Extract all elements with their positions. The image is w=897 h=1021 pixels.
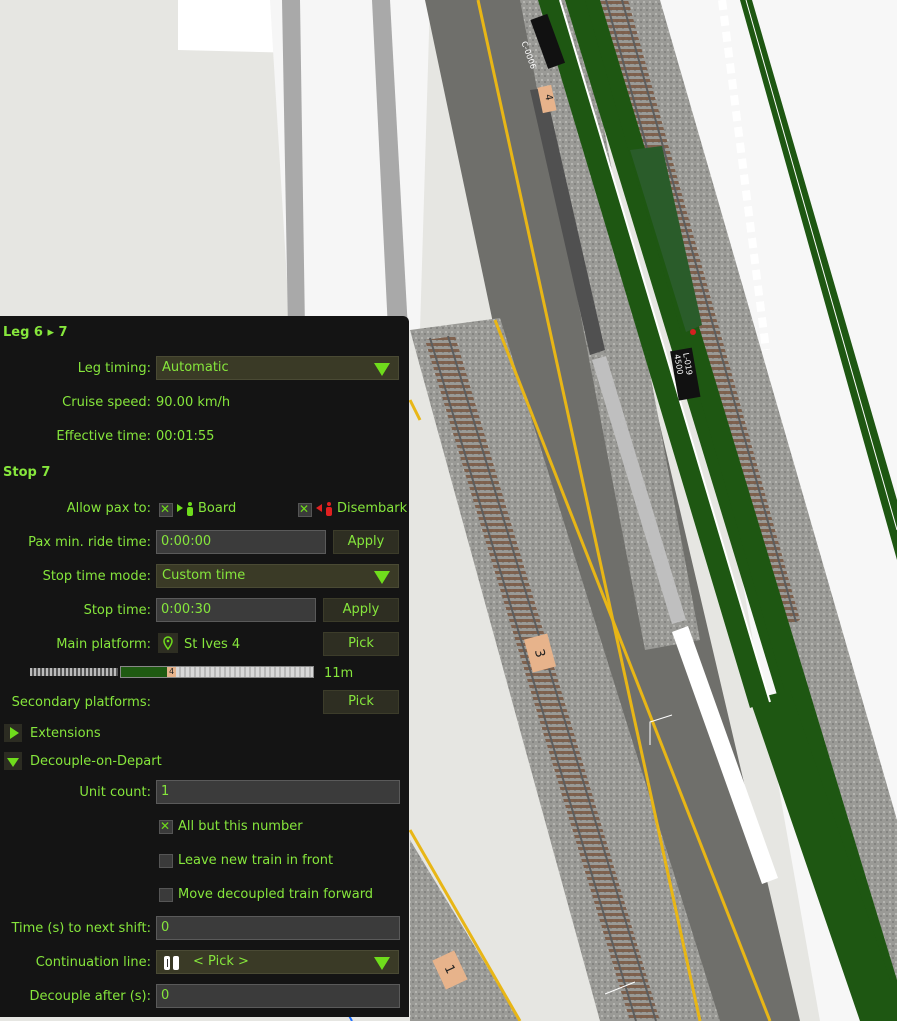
chevron-down-icon xyxy=(374,571,390,584)
cruise-speed-label: Cruise speed: xyxy=(62,395,151,410)
pick-main-platform-button[interactable]: Pick xyxy=(323,632,399,656)
leg-timing-dropdown[interactable]: Automatic xyxy=(156,356,399,380)
leave-front-label: Leave new train in front xyxy=(178,853,334,868)
leg-header: Leg 6 ▸ 7 xyxy=(3,325,68,340)
move-forward-checkbox[interactable] xyxy=(159,888,173,902)
line-icon xyxy=(164,956,179,970)
effective-time-label: Effective time: xyxy=(56,429,151,444)
pick-secondary-platforms-button[interactable]: Pick xyxy=(323,690,399,714)
disembark-icon xyxy=(316,502,332,516)
stop-header: Stop 7 xyxy=(3,465,51,480)
main-platform-label: Main platform: xyxy=(56,637,151,652)
stop-time-mode-value: Custom time xyxy=(162,568,246,583)
decouple-after-value: 0 xyxy=(161,988,170,1003)
stop-time-value: 0:00:30 xyxy=(161,602,212,617)
train-occupancy xyxy=(121,667,169,677)
leave-front-checkbox[interactable] xyxy=(159,854,173,868)
unit-count-label: Unit count: xyxy=(79,785,151,800)
stop-time-mode-dropdown[interactable]: Custom time xyxy=(156,564,399,588)
cruise-speed-value: 90.00 km/h xyxy=(156,395,231,410)
platform-bar-number: 4 xyxy=(167,667,176,677)
collapse-decouple-icon[interactable] xyxy=(4,752,22,770)
apply-stop-time-button[interactable]: Apply xyxy=(323,598,399,622)
chevron-down-icon xyxy=(374,363,390,376)
allow-pax-label: Allow pax to: xyxy=(66,501,151,516)
secondary-platforms-label: Secondary platforms: xyxy=(11,695,151,710)
chevron-down-icon xyxy=(374,957,390,970)
board-icon xyxy=(177,502,193,516)
location-pin-icon[interactable] xyxy=(158,633,178,653)
unit-count-value: 1 xyxy=(161,784,170,799)
board-checkbox[interactable] xyxy=(159,502,173,517)
unit-count-input[interactable]: 1 xyxy=(156,780,400,804)
stop-time-mode-label: Stop time mode: xyxy=(42,569,151,584)
order-panel: Leg 6 ▸ 7 Leg timing: Automatic Cruise s… xyxy=(0,316,409,1017)
continuation-value: < Pick > xyxy=(193,954,249,969)
disembark-checkbox[interactable] xyxy=(298,502,312,517)
stop-time-input[interactable]: 0:00:30 xyxy=(156,598,316,622)
time-next-shift-label: Time (s) to next shift: xyxy=(11,921,151,936)
decouple-after-label: Decouple after (s): xyxy=(29,989,151,1004)
leg-timing-label: Leg timing: xyxy=(77,361,151,376)
apply-pax-min-ride-button[interactable]: Apply xyxy=(333,530,399,554)
all-but-label: All but this number xyxy=(178,819,303,834)
all-but-checkbox[interactable] xyxy=(159,819,173,834)
main-platform-value: St Ives 4 xyxy=(184,637,241,652)
stop-time-label: Stop time: xyxy=(83,603,151,618)
time-next-shift-value: 0 xyxy=(161,920,170,935)
extensions-label[interactable]: Extensions xyxy=(30,726,101,741)
platform-bar-outside xyxy=(30,668,118,676)
board-label: Board xyxy=(198,501,237,516)
time-next-shift-input[interactable]: 0 xyxy=(156,916,400,940)
continuation-label: Continuation line: xyxy=(35,955,151,970)
decouple-after-input[interactable]: 0 xyxy=(156,984,400,1008)
decouple-label[interactable]: Decouple-on-Depart xyxy=(30,754,162,769)
effective-time-value: 00:01:55 xyxy=(156,429,215,444)
pax-min-ride-input[interactable]: 0:00:00 xyxy=(156,530,326,554)
expand-extensions-icon[interactable] xyxy=(4,724,22,742)
train-tag-label[interactable]: L-019 4500 xyxy=(672,352,694,377)
pax-min-ride-label: Pax min. ride time: xyxy=(28,535,151,550)
continuation-dropdown[interactable]: < Pick > xyxy=(156,950,399,974)
disembark-label: Disembark xyxy=(337,501,408,516)
leg-timing-value: Automatic xyxy=(162,360,229,375)
move-forward-label: Move decoupled train forward xyxy=(178,887,374,902)
platform-length: 11m xyxy=(324,666,354,681)
platform-length-bar[interactable]: 4 xyxy=(120,666,314,678)
pax-min-ride-value: 0:00:00 xyxy=(161,534,212,549)
